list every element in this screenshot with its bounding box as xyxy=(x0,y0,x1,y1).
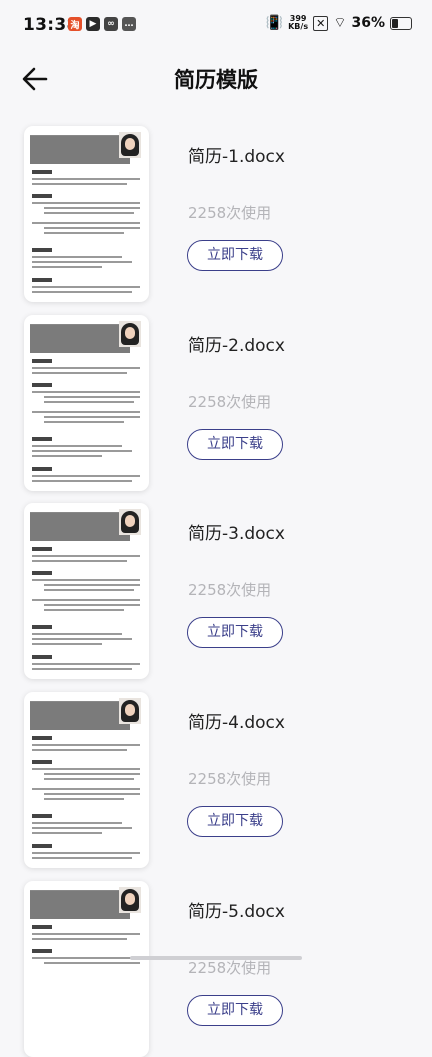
sim-off-icon: ✕ xyxy=(313,15,329,31)
profile-photo xyxy=(119,509,141,535)
vibrate-icon: 📳 xyxy=(265,15,284,31)
app-header: 简历模版 xyxy=(0,52,432,108)
usage-count: 2258次使用 xyxy=(188,393,272,411)
usage-count: 2258次使用 xyxy=(188,959,272,977)
battery-icon xyxy=(390,16,412,30)
resume-thumbnail[interactable] xyxy=(24,503,149,679)
wifi-icon: ⌔ xyxy=(333,15,347,31)
link-app-icon: ∞ xyxy=(104,17,118,31)
home-indicator[interactable] xyxy=(130,956,302,960)
resume-thumbnail[interactable] xyxy=(24,315,149,491)
download-button[interactable]: 立即下载 xyxy=(187,617,283,648)
download-button[interactable]: 立即下载 xyxy=(187,429,283,460)
message-app-icon: … xyxy=(122,17,136,31)
template-item[interactable]: 简历-5.docx 2258次使用 立即下载 xyxy=(0,875,432,1057)
notification-icons: 淘 ▶ ∞ … xyxy=(68,17,136,31)
app-notification-icon: 淘 xyxy=(68,17,82,31)
status-right: 📳 399 KB/s ✕ ⌔ 36% xyxy=(266,14,412,32)
profile-photo xyxy=(119,698,141,724)
profile-photo xyxy=(119,132,141,158)
profile-photo xyxy=(119,321,141,347)
download-button[interactable]: 立即下载 xyxy=(187,995,283,1026)
download-button[interactable]: 立即下载 xyxy=(187,806,283,837)
template-item[interactable]: 简历-4.docx 2258次使用 立即下载 xyxy=(0,686,432,868)
usage-count: 2258次使用 xyxy=(188,770,272,788)
template-name: 简历-3.docx xyxy=(188,524,285,544)
status-bar: 13:38 淘 ▶ ∞ … 📳 399 KB/s ✕ ⌔ 36% xyxy=(0,0,432,52)
usage-count: 2258次使用 xyxy=(188,204,272,222)
resume-thumbnail[interactable] xyxy=(24,692,149,868)
page-title: 简历模版 xyxy=(174,68,258,92)
template-name: 简历-2.docx xyxy=(188,336,285,356)
template-name: 简历-5.docx xyxy=(188,902,285,922)
video-app-icon: ▶ xyxy=(86,17,100,31)
resume-thumbnail[interactable] xyxy=(24,126,149,302)
net-speed: 399 KB/s xyxy=(288,15,308,31)
profile-photo xyxy=(119,887,141,913)
template-name: 简历-1.docx xyxy=(188,147,285,167)
template-name: 简历-4.docx xyxy=(188,713,285,733)
template-item[interactable]: 简历-2.docx 2258次使用 立即下载 xyxy=(0,309,432,491)
template-item[interactable]: 简历-1.docx 2258次使用 立即下载 xyxy=(0,120,432,302)
download-button[interactable]: 立即下载 xyxy=(187,240,283,271)
resume-thumbnail[interactable] xyxy=(24,881,149,1057)
net-speed-unit: KB/s xyxy=(288,22,309,31)
usage-count: 2258次使用 xyxy=(188,581,272,599)
template-item[interactable]: 简历-3.docx 2258次使用 立即下载 xyxy=(0,497,432,679)
battery-percent: 36% xyxy=(351,15,385,31)
